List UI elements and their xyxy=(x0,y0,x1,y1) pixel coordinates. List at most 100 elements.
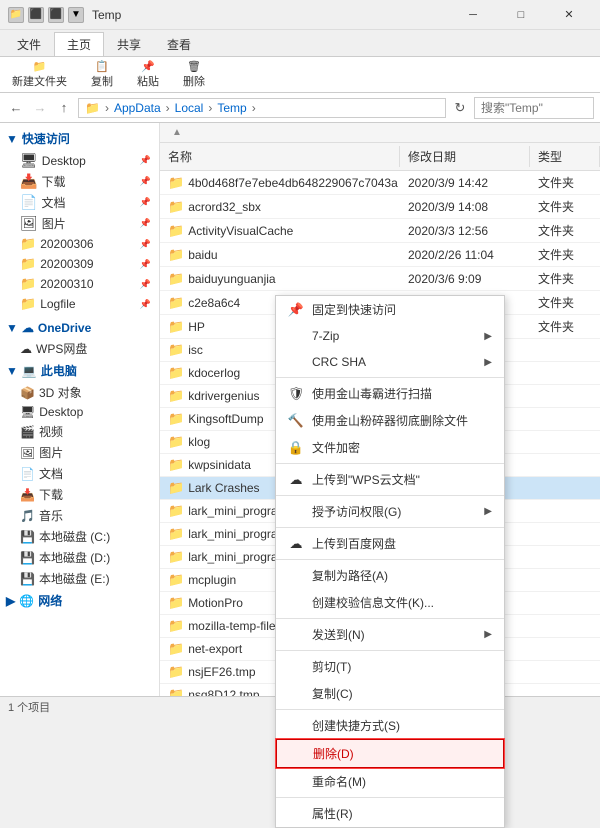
search-box xyxy=(474,97,594,119)
context-menu-divider xyxy=(276,650,504,651)
table-row[interactable]: 📁 baiduyunguanjia 2020/3/6 9:09 文件夹 xyxy=(160,267,600,291)
sidebar-item-label: 文档 xyxy=(39,465,63,482)
sidebar-item-disk-e[interactable]: 💾 本地磁盘 (E:) xyxy=(0,568,159,589)
ribbon-content: 📁 新建文件夹 📋 复制 📌 粘贴 🗑 删除 xyxy=(0,56,600,92)
context-menu-item-create_shortcut[interactable]: 创建快捷方式(S) xyxy=(276,712,504,739)
table-row[interactable]: 📁 baidu 2020/2/26 11:04 文件夹 xyxy=(160,243,600,267)
path-local[interactable]: Local xyxy=(175,101,204,115)
tab-share[interactable]: 共享 xyxy=(104,32,154,56)
pin-icon: 📌 xyxy=(140,239,151,250)
col-header-date[interactable]: 修改日期 xyxy=(400,146,530,167)
file-icon: 📁 xyxy=(168,549,184,565)
context-menu-item-grant_access[interactable]: 授予访问权限(G)▶ xyxy=(276,498,504,525)
nav-icon-1[interactable]: ⬛ xyxy=(28,7,44,23)
sidebar-item-wps[interactable]: ☁ WPS网盘 xyxy=(0,338,159,359)
sidebar-item-downloads[interactable]: 📥 下载 📌 xyxy=(0,171,159,192)
sidebar-item-disk-d[interactable]: 💾 本地磁盘 (D:) xyxy=(0,547,159,568)
sidebar-item-20200310[interactable]: 📁 20200310 📌 xyxy=(0,274,159,294)
context-menu-item-7zip[interactable]: 7-Zip▶ xyxy=(276,323,504,349)
refresh-button[interactable]: ↻ xyxy=(450,98,470,118)
sidebar-item-3d[interactable]: 📦 3D 对象 xyxy=(0,382,159,403)
sidebar-item-pictures2[interactable]: 🖼 图片 xyxy=(0,442,159,463)
up-button[interactable]: ↑ xyxy=(54,98,74,118)
pin-icon: 📌 xyxy=(140,197,151,208)
path-temp[interactable]: Temp xyxy=(217,101,246,115)
sidebar-item-desktop2[interactable]: 🖥 Desktop xyxy=(0,403,159,421)
context-menu-item-delete[interactable]: 删除(D) xyxy=(276,739,504,768)
context-menu-item-scan[interactable]: 🛡使用金山毒霸进行扫描 xyxy=(276,380,504,407)
address-path[interactable]: 📁 › AppData › Local › Temp › xyxy=(78,98,446,118)
context-menu-item-cut[interactable]: 剪切(T) xyxy=(276,653,504,680)
maximize-button[interactable]: □ xyxy=(498,1,544,29)
quick-access-header[interactable]: ▼ 快速访问 xyxy=(0,127,159,150)
close-button[interactable]: ✕ xyxy=(546,1,592,29)
ribbon-new-folder[interactable]: 📁 新建文件夹 xyxy=(8,58,71,91)
file-icon: 📁 xyxy=(168,595,184,611)
context-menu-item-crc[interactable]: CRC SHA▶ xyxy=(276,349,504,375)
file-name: mcplugin xyxy=(188,573,236,587)
sidebar-item-music[interactable]: 🎵 音乐 xyxy=(0,505,159,526)
sidebar-item-label: 图片 xyxy=(42,215,66,232)
create_shortcut-icon xyxy=(288,718,304,734)
forward-button[interactable]: → xyxy=(30,98,50,118)
sidebar-item-20200306[interactable]: 📁 20200306 📌 xyxy=(0,234,159,254)
col-header-type[interactable]: 类型 xyxy=(530,146,600,167)
sidebar-item-disk-c[interactable]: 💾 本地磁盘 (C:) xyxy=(0,526,159,547)
ribbon-copy[interactable]: 📋 复制 xyxy=(87,58,117,91)
status-text: 1 个项目 xyxy=(8,699,50,715)
context-menu-item-pin[interactable]: 📌固定到快速访问 xyxy=(276,296,504,323)
context-menu-item-upload_wps[interactable]: ☁上传到"WPS云文档" xyxy=(276,466,504,493)
onedrive-label: OneDrive xyxy=(38,321,91,335)
search-input[interactable] xyxy=(481,101,587,115)
wps-icon: ☁ xyxy=(20,342,32,356)
minimize-button[interactable]: ─ xyxy=(450,1,496,29)
file-name: acrord32_sbx xyxy=(188,200,261,214)
context-menu-item-upload_baidu[interactable]: ☁上传到百度网盘 xyxy=(276,530,504,557)
sidebar-item-docs2[interactable]: 📄 文档 xyxy=(0,463,159,484)
tab-home[interactable]: 主页 xyxy=(54,32,104,56)
sidebar-item-documents[interactable]: 📄 文档 📌 xyxy=(0,192,159,213)
context-menu-item-shred[interactable]: 🔨使用金山粉碎器彻底删除文件 xyxy=(276,407,504,434)
sidebar-item-desktop[interactable]: 🖥 Desktop 📌 xyxy=(0,150,159,171)
sidebar-item-label: 20200309 xyxy=(40,257,93,271)
sidebar-item-label: 20200310 xyxy=(40,277,93,291)
context-menu-item-create_shortcut_link[interactable]: 创建校验信息文件(K)... xyxy=(276,589,504,616)
sort-arrow-row: ▲ xyxy=(160,123,600,143)
folder-icon: 📁 xyxy=(20,296,36,312)
network-header[interactable]: ▶ 🌐 网络 xyxy=(0,589,159,612)
col-header-name[interactable]: 名称 xyxy=(160,146,400,167)
context-menu-item-properties[interactable]: 属性(R) xyxy=(276,800,504,827)
table-row[interactable]: 📁 acrord32_sbx 2020/3/9 14:08 文件夹 xyxy=(160,195,600,219)
file-icon: 📁 xyxy=(168,175,184,191)
ribbon-paste[interactable]: 📌 粘贴 xyxy=(133,58,163,91)
file-type xyxy=(530,418,600,420)
path-appdata[interactable]: AppData xyxy=(114,101,161,115)
sidebar-item-pictures[interactable]: 🖼 图片 📌 xyxy=(0,213,159,234)
back-button[interactable]: ← xyxy=(6,98,26,118)
rename-icon xyxy=(288,774,304,790)
tab-file[interactable]: 文件 xyxy=(4,32,54,56)
nav-icon-3[interactable]: ▼ xyxy=(68,7,84,23)
sidebar-item-downloads2[interactable]: 📥 下载 xyxy=(0,484,159,505)
desktop-icon: 🖥 xyxy=(20,152,38,169)
thispc-header[interactable]: ▼ 💻 此电脑 xyxy=(0,359,159,382)
pin-icon: 📌 xyxy=(140,218,151,229)
sidebar-item-video[interactable]: 🎬 视频 xyxy=(0,421,159,442)
context-menu-item-send_to[interactable]: 发送到(N)▶ xyxy=(276,621,504,648)
onedrive-header[interactable]: ▼ ☁ OneDrive xyxy=(0,318,159,338)
table-row[interactable]: 📁 4b0d468f7e7ebe4db648229067c7043a 2020/… xyxy=(160,171,600,195)
context-menu-item-copy_path[interactable]: 复制为路径(A) xyxy=(276,562,504,589)
table-row[interactable]: 📁 ActivityVisualCache 2020/3/3 12:56 文件夹 xyxy=(160,219,600,243)
file-name: baiduyunguanjia xyxy=(188,272,275,286)
nav-icon-2[interactable]: ⬛ xyxy=(48,7,64,23)
context-menu-item-encrypt[interactable]: 🔒文件加密 xyxy=(276,434,504,461)
sidebar-item-20200309[interactable]: 📁 20200309 📌 xyxy=(0,254,159,274)
sidebar-item-logfile[interactable]: 📁 Logfile 📌 xyxy=(0,294,159,314)
tab-view[interactable]: 查看 xyxy=(154,32,204,56)
file-icon: 📁 xyxy=(168,664,184,680)
file-type xyxy=(530,556,600,558)
context-menu-item-rename[interactable]: 重命名(M) xyxy=(276,768,504,795)
context-menu-item-copy[interactable]: 复制(C) xyxy=(276,680,504,707)
ribbon-delete[interactable]: 🗑 删除 xyxy=(179,58,209,91)
file-icon: 📁 xyxy=(168,223,184,239)
